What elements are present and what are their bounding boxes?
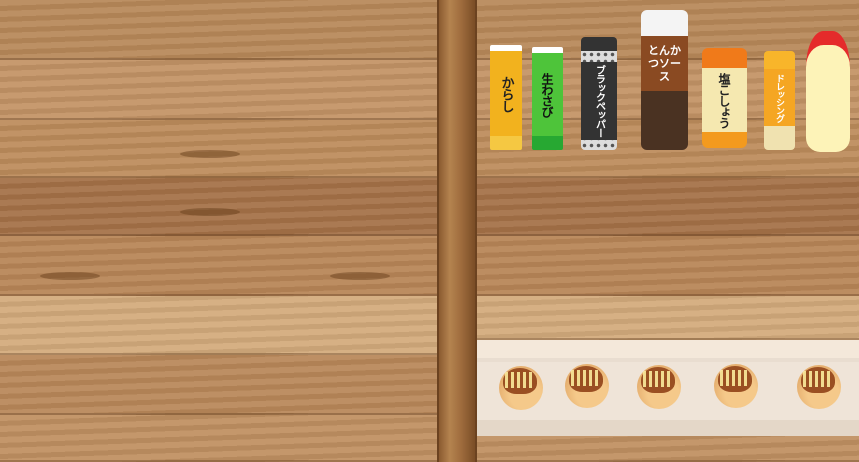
takoyaki-3[interactable] (637, 365, 681, 409)
dressing-bottle[interactable]: ドレッシング (764, 51, 795, 150)
salt-pepper-label: 塩こしょう (717, 72, 731, 128)
karashi-label: からし (498, 75, 514, 112)
karashi-tube[interactable]: からし (490, 45, 522, 150)
black-pepper-bottle[interactable]: ブラックペッパー (581, 37, 617, 150)
tonkatsu-sauce-label: とんかつソース (648, 44, 681, 83)
black-pepper-label: ブラックペッパー (593, 64, 605, 137)
mayonnaise-bottle[interactable] (806, 31, 850, 152)
wasabi-label: 生わさび (540, 72, 554, 117)
dressing-label: ドレッシング (774, 73, 784, 122)
takoyaki-4[interactable] (714, 364, 758, 408)
takoyaki-5[interactable] (797, 365, 841, 409)
wooden-post-divider (437, 0, 477, 462)
wasabi-tube[interactable]: 生わさび (532, 47, 563, 150)
tonkatsu-sauce-bottle[interactable]: とんかつソース (641, 10, 688, 150)
takoyaki-2[interactable] (565, 364, 609, 408)
left-wood-board (0, 0, 437, 462)
salt-pepper-shaker[interactable]: 塩こしょう (702, 48, 747, 148)
takoyaki-1[interactable] (499, 366, 543, 410)
